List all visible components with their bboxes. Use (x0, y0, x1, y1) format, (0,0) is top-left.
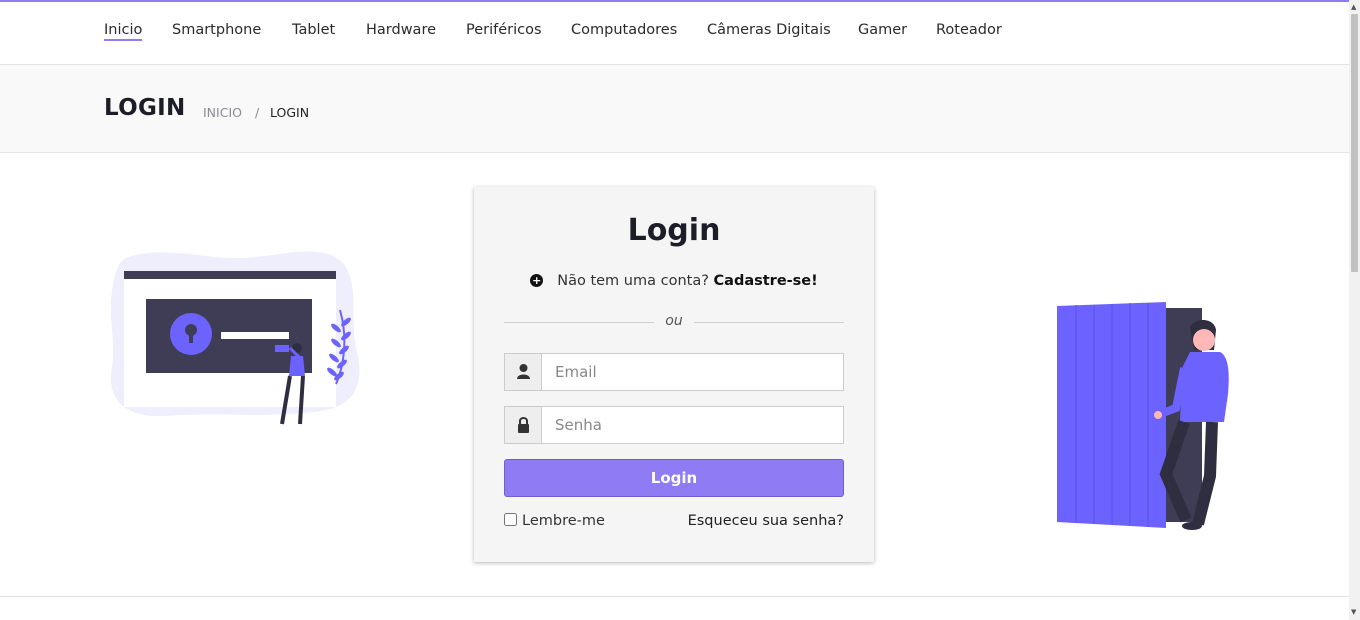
nav-item-gamer[interactable]: Gamer (858, 22, 907, 38)
login-illustration (110, 251, 360, 425)
nav-item-computadores[interactable]: Computadores (571, 22, 677, 38)
login-button[interactable]: Login (504, 459, 844, 497)
scroll-up-arrow-icon[interactable]: ▲ (1351, 3, 1356, 11)
login-title: Login (627, 213, 721, 248)
door-illustration (1057, 302, 1229, 530)
forgot-password-link[interactable]: Esqueceu sua senha? (688, 513, 844, 529)
main-navbar: Inicio Smartphone Tablet Hardware Perifé… (0, 2, 1349, 65)
login-card: Login + Não tem uma conta? Cadastre-se! o… (474, 187, 874, 562)
nav-item-smartphone[interactable]: Smartphone (172, 22, 261, 38)
nav-item-cameras-digitais[interactable]: Câmeras Digitais (707, 22, 831, 38)
lock-icon (505, 407, 542, 443)
no-account-text: Não tem uma conta? (557, 273, 709, 289)
email-field[interactable] (543, 354, 843, 390)
divider-line-left (504, 322, 654, 323)
user-icon (505, 354, 542, 390)
page-title: LOGIN (104, 95, 186, 121)
signup-link[interactable]: Cadastre-se! (714, 273, 818, 289)
footer-divider (0, 596, 1349, 597)
breadcrumb-section: LOGIN INICIO / LOGIN (0, 65, 1349, 153)
password-field[interactable] (543, 407, 843, 443)
nav-item-roteador[interactable]: Roteador (936, 22, 1002, 38)
breadcrumb-separator: / (255, 105, 260, 120)
submit-button-graphic (275, 345, 289, 352)
remember-me-checkbox[interactable] (504, 513, 517, 526)
divider-line-right (694, 322, 844, 323)
scroll-down-arrow-icon[interactable]: ▼ (1351, 608, 1356, 616)
browser-titlebar (124, 271, 336, 279)
password-input-group (504, 406, 844, 444)
nav-item-hardware[interactable]: Hardware (366, 22, 436, 38)
divider-text: ou (665, 313, 683, 329)
remember-me[interactable]: Lembre-me (504, 513, 605, 529)
breadcrumb-home-link[interactable]: INICIO (203, 105, 242, 120)
scrollbar-thumb[interactable] (1351, 14, 1358, 272)
nav-item-inicio[interactable]: Inicio (104, 22, 143, 41)
breadcrumb-current: LOGIN (270, 105, 310, 120)
password-field-graphic (221, 332, 289, 339)
plus-circle-icon: + (530, 274, 544, 287)
nav-item-tablet[interactable]: Tablet (292, 22, 335, 38)
remember-me-label: Lembre-me (522, 513, 605, 529)
nav-item-perifericos[interactable]: Periféricos (466, 22, 542, 38)
email-input-group (504, 353, 844, 391)
page-scrollbar[interactable]: ▲ ▼ (1349, 0, 1360, 620)
signup-prompt: + Não tem uma conta? Cadastre-se! (474, 273, 874, 289)
